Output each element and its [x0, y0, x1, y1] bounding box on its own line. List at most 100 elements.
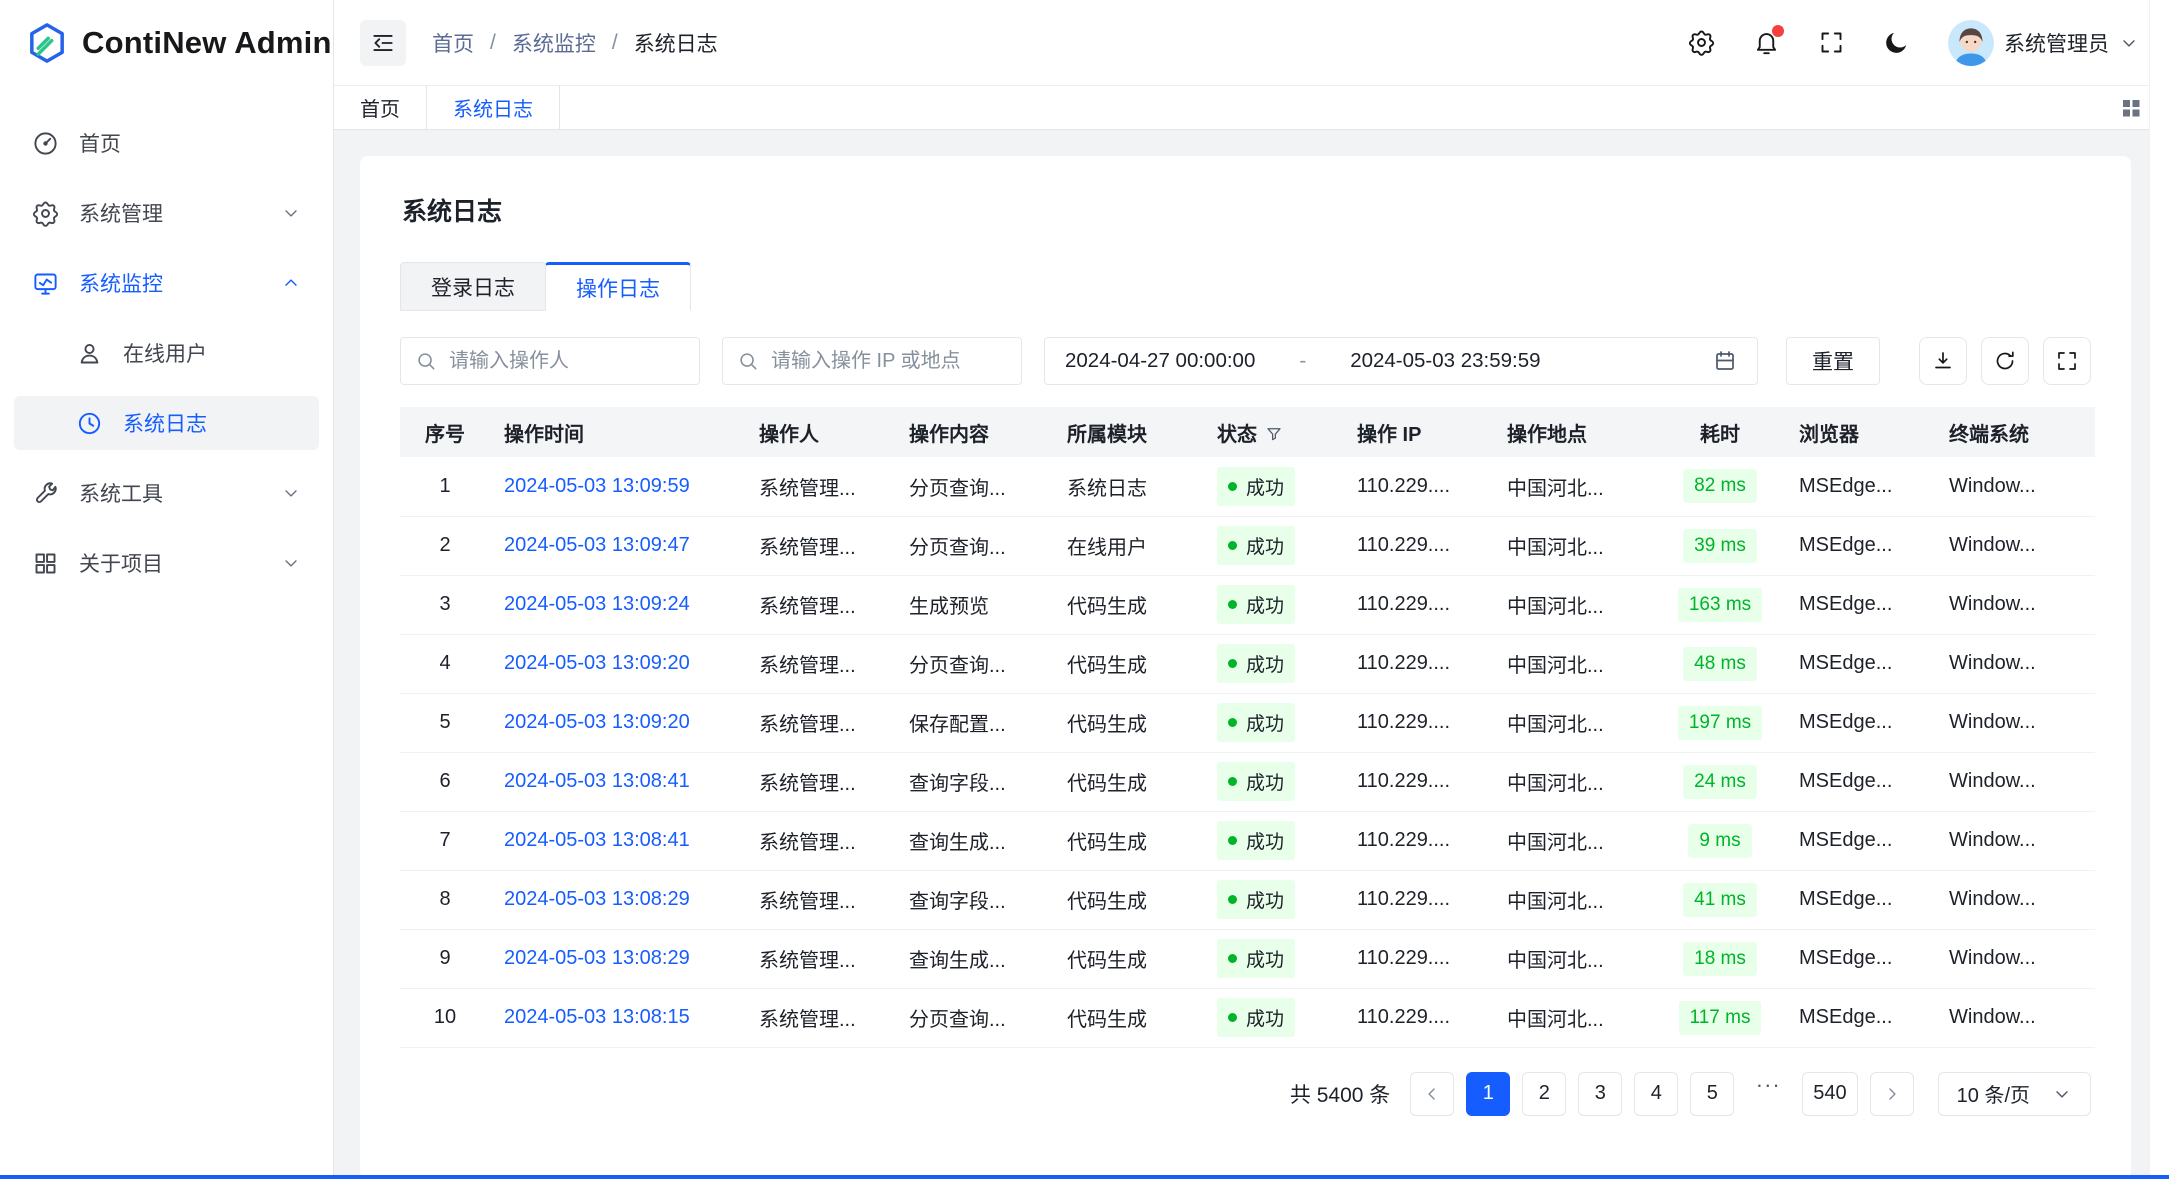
row-index: 1	[400, 457, 490, 516]
duration-badge: 82 ms	[1683, 469, 1757, 503]
operation-time-link[interactable]: 2024-05-03 13:09:20	[504, 652, 690, 674]
page-button-540[interactable]: 540	[1802, 1072, 1857, 1116]
col-header-content: 操作内容	[895, 407, 1053, 457]
tab-operation-log[interactable]: 操作日志	[545, 262, 691, 311]
operation-time-link[interactable]: 2024-05-03 13:09:59	[504, 475, 690, 497]
sidebar-item-home[interactable]: 首页	[14, 116, 319, 170]
page-button-2[interactable]: 2	[1522, 1072, 1566, 1116]
user-menu[interactable]: 系统管理员	[1948, 20, 2139, 66]
sidebar-item-about-project[interactable]: 关于项目	[14, 536, 319, 590]
tab-home[interactable]: 首页	[334, 86, 427, 129]
pagination: 共 5400 条 12345···540 10 条/页	[400, 1072, 2091, 1116]
next-page-button[interactable]	[1870, 1072, 1914, 1116]
page-button-5[interactable]: 5	[1690, 1072, 1734, 1116]
time-link[interactable]: 2024-05-03 13:08:29	[490, 929, 745, 988]
operator-search-input[interactable]	[449, 350, 685, 373]
sidebar-item-label: 系统日志	[123, 408, 207, 438]
operation-time-link[interactable]: 2024-05-03 13:08:41	[504, 770, 690, 792]
operation-time-link[interactable]: 2024-05-03 13:08:15	[504, 1006, 690, 1028]
time-link[interactable]: 2024-05-03 13:09:24	[490, 575, 745, 634]
time-link[interactable]: 2024-05-03 13:08:29	[490, 870, 745, 929]
log-type-tabs: 登录日志 操作日志	[400, 262, 2091, 311]
filter-icon[interactable]	[1265, 425, 1283, 443]
module-cell: 代码生成	[1053, 811, 1203, 870]
operation-time-link[interactable]: 2024-05-03 13:09:47	[504, 534, 690, 556]
page-button-4[interactable]: 4	[1634, 1072, 1678, 1116]
status-cell: 成功	[1203, 811, 1343, 870]
sidebar-item-system-monitor[interactable]: 系统监控	[14, 256, 319, 310]
reset-button[interactable]: 重置	[1786, 337, 1880, 385]
operation-time-link[interactable]: 2024-05-03 13:08:29	[504, 947, 690, 969]
table-fullscreen-button[interactable]	[2043, 337, 2091, 385]
app-logo-icon	[26, 22, 68, 64]
prev-page-button[interactable]	[1410, 1072, 1454, 1116]
col-header-index: 序号	[400, 407, 490, 457]
breadcrumb-home[interactable]: 首页	[432, 28, 474, 58]
page-scrollbar[interactable]	[2149, 0, 2169, 1179]
menu-collapse-button[interactable]	[360, 20, 406, 66]
module-cell: 代码生成	[1053, 693, 1203, 752]
operator-search-field[interactable]	[400, 337, 700, 385]
tab-login-log[interactable]: 登录日志	[400, 262, 546, 311]
operator-cell: 系统管理...	[745, 693, 895, 752]
settings-gear-icon[interactable]	[1688, 29, 1715, 56]
content-cell: 生成预览	[895, 575, 1053, 634]
sidebar-item-system-log[interactable]: 系统日志	[14, 396, 319, 450]
browser-cell: MSEdge...	[1785, 575, 1935, 634]
content-cell: 查询字段...	[895, 752, 1053, 811]
moon-icon[interactable]	[1883, 29, 1910, 56]
page-size-select[interactable]: 10 条/页	[1938, 1072, 2091, 1116]
page-ellipsis[interactable]: ···	[1746, 1072, 1790, 1116]
location-cell: 中国河北...	[1493, 516, 1655, 575]
row-index: 3	[400, 575, 490, 634]
ip-cell: 110.229....	[1343, 516, 1493, 575]
breadcrumb-separator: /	[612, 31, 618, 55]
sidebar-item-label: 系统工具	[79, 478, 163, 508]
content-cell: 查询生成...	[895, 929, 1053, 988]
sidebar-item-label: 首页	[79, 128, 121, 158]
row-index: 10	[400, 988, 490, 1047]
table-row: 92024-05-03 13:08:29系统管理...查询生成...代码生成成功…	[400, 929, 2095, 988]
time-link[interactable]: 2024-05-03 13:08:41	[490, 811, 745, 870]
page-button-3[interactable]: 3	[1578, 1072, 1622, 1116]
monitor-icon	[32, 270, 59, 297]
date-start-value[interactable]: 2024-04-27 00:00:00	[1065, 349, 1255, 373]
avatar	[1948, 20, 1994, 66]
date-end-value[interactable]: 2024-05-03 23:59:59	[1350, 349, 1540, 373]
export-button[interactable]	[1919, 337, 1967, 385]
operator-cell: 系统管理...	[745, 811, 895, 870]
content-cell: 查询字段...	[895, 870, 1053, 929]
status-badge: 成功	[1217, 998, 1295, 1037]
time-link[interactable]: 2024-05-03 13:08:41	[490, 752, 745, 811]
time-link[interactable]: 2024-05-03 13:09:20	[490, 693, 745, 752]
time-link[interactable]: 2024-05-03 13:08:15	[490, 988, 745, 1047]
sidebar-item-system-management[interactable]: 系统管理	[14, 186, 319, 240]
logo[interactable]: ContiNew Admin	[0, 0, 333, 86]
apps-grid-icon[interactable]	[2119, 96, 2143, 120]
chevron-left-icon	[1422, 1084, 1442, 1104]
table-row: 22024-05-03 13:09:47系统管理...分页查询...在线用户成功…	[400, 516, 2095, 575]
date-range-picker[interactable]: 2024-04-27 00:00:00 - 2024-05-03 23:59:5…	[1044, 337, 1758, 385]
time-link[interactable]: 2024-05-03 13:09:59	[490, 457, 745, 516]
time-link[interactable]: 2024-05-03 13:09:20	[490, 634, 745, 693]
ip-cell: 110.229....	[1343, 811, 1493, 870]
tab-system-log[interactable]: 系统日志	[427, 86, 560, 129]
sidebar-item-online-users[interactable]: 在线用户	[14, 326, 319, 380]
operation-time-link[interactable]: 2024-05-03 13:09:24	[504, 593, 690, 615]
fullscreen-icon[interactable]	[1818, 29, 1845, 56]
refresh-button[interactable]	[1981, 337, 2029, 385]
sidebar-item-system-tools[interactable]: 系统工具	[14, 466, 319, 520]
time-link[interactable]: 2024-05-03 13:09:47	[490, 516, 745, 575]
ip-search-field[interactable]	[722, 337, 1022, 385]
tab-label: 登录日志	[431, 272, 515, 302]
page-button-1[interactable]: 1	[1466, 1072, 1510, 1116]
calendar-icon[interactable]	[1713, 349, 1737, 373]
col-header-os: 终端系统	[1935, 407, 2095, 457]
operation-time-link[interactable]: 2024-05-03 13:08:41	[504, 829, 690, 851]
notifications-button[interactable]	[1753, 29, 1780, 56]
status-dot-icon	[1228, 482, 1237, 491]
breadcrumb-system-monitor[interactable]: 系统监控	[512, 28, 596, 58]
operation-time-link[interactable]: 2024-05-03 13:09:20	[504, 711, 690, 733]
operation-time-link[interactable]: 2024-05-03 13:08:29	[504, 888, 690, 910]
ip-search-input[interactable]	[771, 350, 1007, 373]
